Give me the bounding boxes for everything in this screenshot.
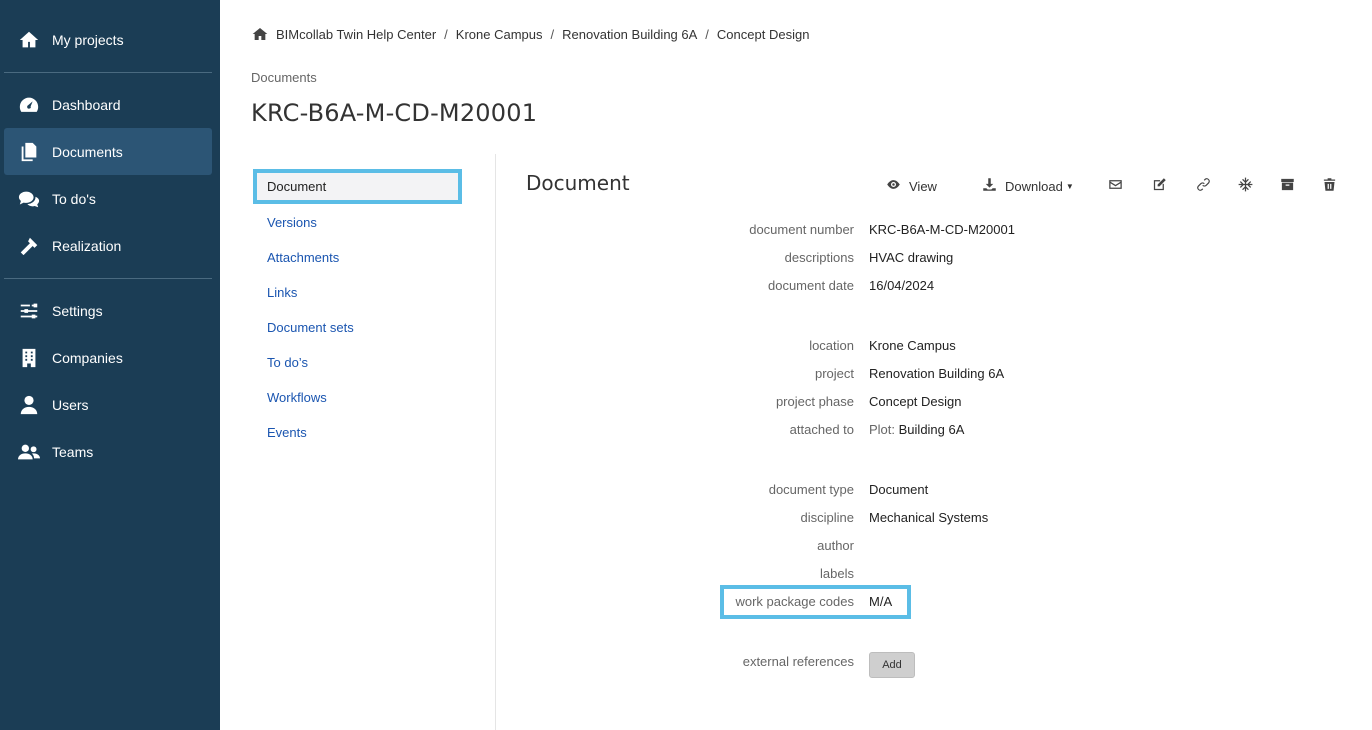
subnav-events[interactable]: Events: [253, 415, 462, 450]
documents-icon: [15, 140, 43, 164]
subnav-links[interactable]: Links: [253, 275, 462, 310]
field-label-descriptions: descriptions: [784, 250, 854, 265]
breadcrumb-item[interactable]: BIMcollab Twin Help Center: [276, 27, 436, 42]
section-label: Documents: [251, 70, 317, 85]
edit-icon: [1152, 177, 1167, 195]
sidebar-item-companies[interactable]: Companies: [4, 334, 212, 381]
download-icon: [982, 177, 997, 195]
field-label-author: author: [817, 538, 854, 553]
home-icon[interactable]: [252, 26, 268, 42]
sidebar-item-label: Settings: [52, 302, 103, 319]
field-value-document-date: 16/04/2024: [869, 278, 935, 293]
sidebar-item-label: Realization: [52, 237, 122, 254]
download-label: Download: [1005, 178, 1063, 194]
add-external-reference-button[interactable]: Add: [869, 652, 915, 678]
field-value-descriptions: HVAC drawing: [869, 250, 954, 265]
eye-icon: [886, 177, 901, 195]
sidebar-item-label: Teams: [52, 443, 94, 460]
sidebar-item-my-projects[interactable]: My projects: [4, 16, 212, 63]
snowflake-icon: [1238, 177, 1253, 195]
view-label: View: [909, 178, 937, 194]
sidebar-divider: [4, 278, 212, 279]
sidebar: My projects Dashboard Documents To do's …: [0, 0, 220, 730]
subnav-document[interactable]: Document: [253, 169, 462, 204]
users-icon: [15, 440, 43, 464]
breadcrumb-separator: /: [444, 26, 448, 42]
user-icon: [15, 393, 43, 417]
field-value-discipline: Mechanical Systems: [869, 510, 989, 525]
sidebar-item-label: Users: [52, 396, 89, 413]
attached-to-value: Building 6A: [898, 422, 965, 437]
field-label-project-phase: project phase: [775, 394, 854, 409]
sidebar-item-documents[interactable]: Documents: [4, 128, 212, 175]
edit-button[interactable]: [1152, 175, 1167, 197]
sidebar-item-label: To do's: [52, 190, 96, 207]
field-label-labels: labels: [820, 566, 854, 581]
freeze-button[interactable]: [1238, 175, 1253, 197]
link-icon: [1196, 177, 1211, 195]
subnav-versions[interactable]: Versions: [253, 205, 462, 240]
sidebar-item-label: Companies: [52, 349, 123, 366]
attached-to-prefix: Plot:: [869, 422, 896, 437]
trash-icon: [1322, 177, 1337, 195]
hammer-icon: [15, 234, 43, 258]
home-icon: [15, 28, 43, 52]
link-button[interactable]: [1196, 175, 1211, 197]
breadcrumb-item[interactable]: Renovation Building 6A: [562, 27, 697, 42]
breadcrumb-item[interactable]: Krone Campus: [456, 27, 543, 42]
envelope-icon: [1108, 177, 1123, 195]
comments-icon: [15, 187, 43, 211]
breadcrumb-item[interactable]: Concept Design: [717, 27, 810, 42]
field-value-document-number: KRC-B6A-M-CD-M20001: [869, 222, 1015, 237]
sidebar-item-dashboard[interactable]: Dashboard: [4, 81, 212, 128]
field-label-discipline: discipline: [800, 510, 854, 525]
sidebar-item-realization[interactable]: Realization: [4, 222, 212, 269]
archive-button[interactable]: [1280, 175, 1295, 197]
sidebar-item-teams[interactable]: Teams: [4, 428, 212, 475]
field-label-external-references: external references: [742, 654, 854, 669]
field-label-location: location: [809, 338, 854, 353]
dashboard-icon: [15, 93, 43, 117]
field-label-document-date: document date: [767, 278, 854, 293]
subnav-todos[interactable]: To do’s: [253, 345, 462, 380]
download-button[interactable]: Download ▼: [982, 175, 1074, 197]
breadcrumb-separator: /: [550, 26, 555, 42]
field-label-document-type: document type: [768, 482, 854, 497]
breadcrumb-separator: /: [705, 26, 709, 42]
delete-button[interactable]: [1322, 175, 1337, 197]
sidebar-item-label: My projects: [52, 31, 124, 48]
sidebar-item-users[interactable]: Users: [4, 381, 212, 428]
page-title: KRC-B6A-M-CD-M20001: [251, 99, 538, 127]
panel-title: Document: [526, 171, 630, 195]
field-value-location: Krone Campus: [869, 338, 956, 353]
field-value-document-type: Document: [869, 482, 929, 497]
sidebar-item-label: Documents: [52, 143, 123, 160]
sidebar-item-settings[interactable]: Settings: [4, 287, 212, 334]
sliders-icon: [15, 299, 43, 323]
subnav-workflows[interactable]: Workflows: [253, 380, 462, 415]
field-value-project: Renovation Building 6A: [869, 366, 1005, 381]
sidebar-item-todos[interactable]: To do's: [4, 175, 212, 222]
breadcrumb: BIMcollab Twin Help Center / Krone Campu…: [252, 25, 809, 43]
field-label-attached-to: attached to: [789, 422, 854, 437]
email-button[interactable]: [1108, 175, 1123, 197]
chevron-down-icon: ▼: [1065, 181, 1074, 191]
field-label-work-package-codes: work package codes: [735, 594, 854, 609]
subnav-attachments[interactable]: Attachments: [253, 240, 462, 275]
building-icon: [15, 346, 43, 370]
sidebar-divider: [4, 72, 212, 73]
subnav-document-sets[interactable]: Document sets: [253, 310, 462, 345]
field-value-attached-to: Plot: Building 6A: [869, 422, 964, 437]
vertical-divider: [495, 154, 496, 730]
sidebar-item-label: Dashboard: [52, 96, 121, 113]
field-label-document-number: document number: [749, 222, 854, 237]
field-value-work-package-codes: M/A: [869, 594, 893, 609]
view-button[interactable]: View: [886, 175, 937, 197]
field-value-project-phase: Concept Design: [869, 394, 962, 409]
archive-icon: [1280, 177, 1295, 195]
field-label-project: project: [814, 366, 854, 381]
